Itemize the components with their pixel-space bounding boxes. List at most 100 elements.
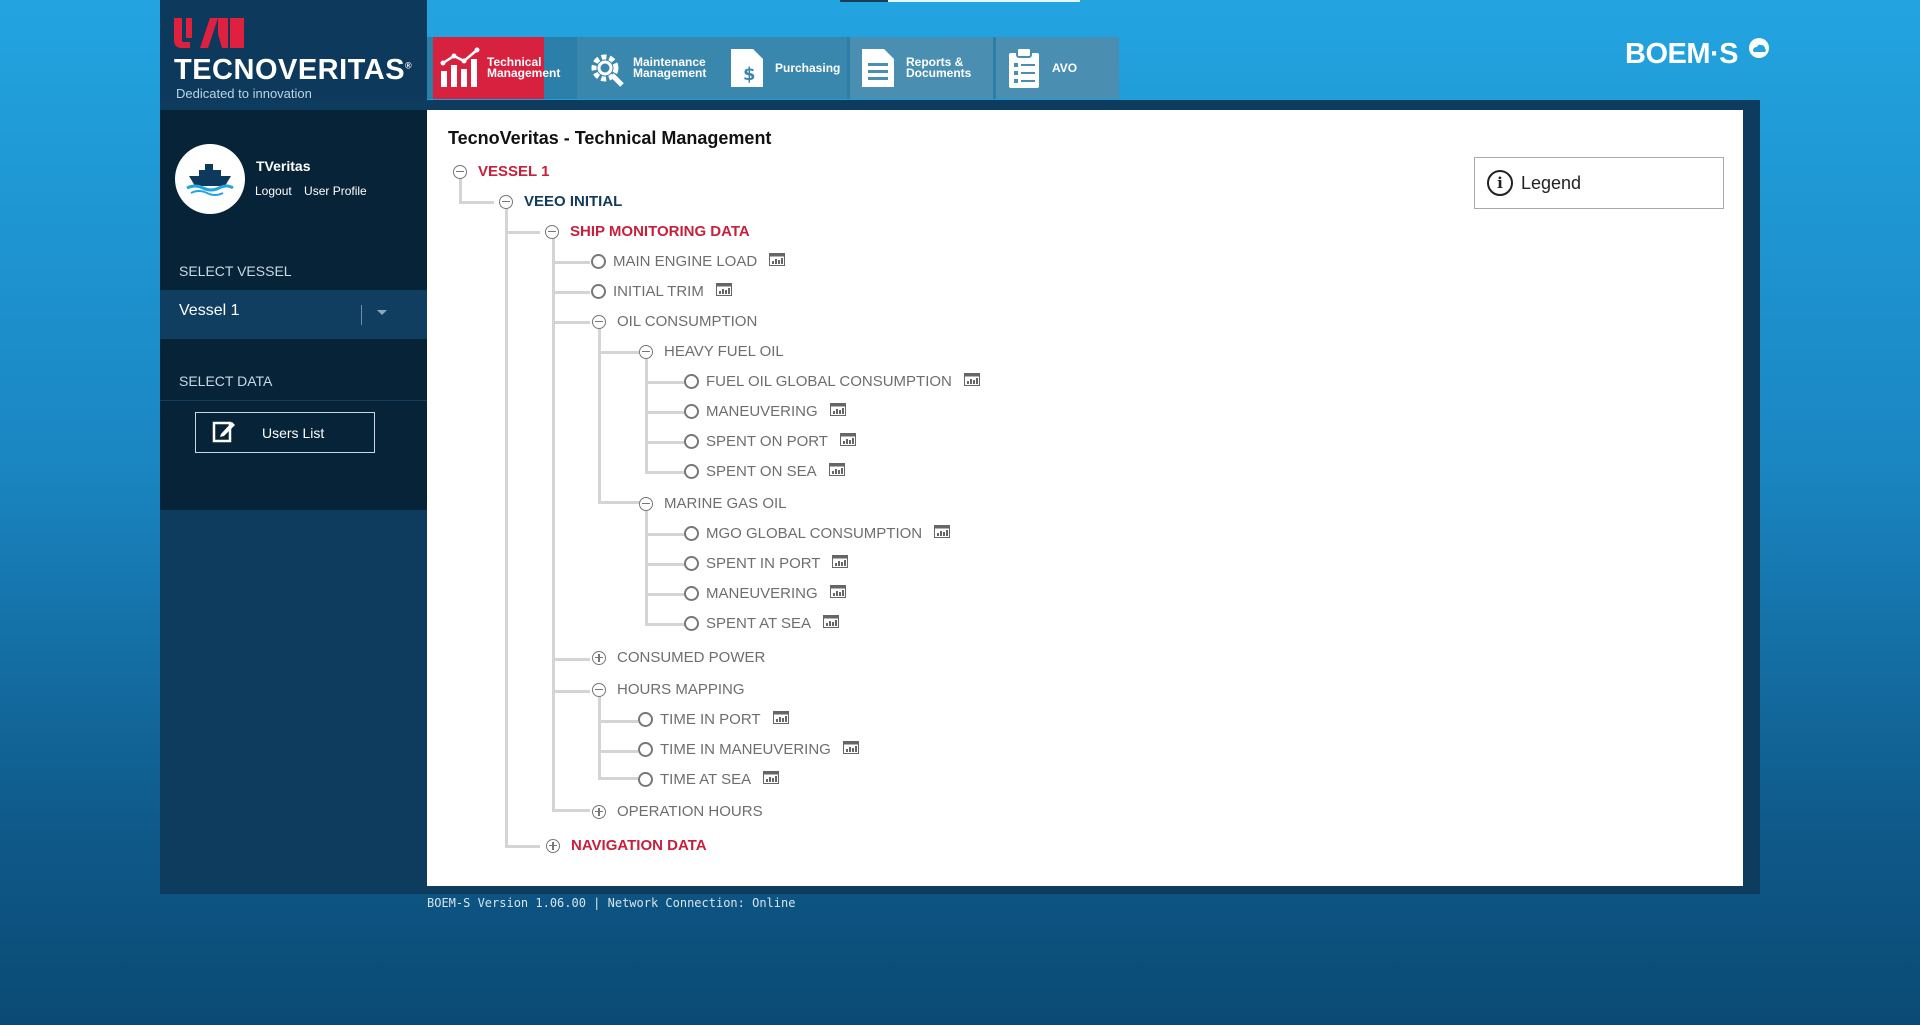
logout-link[interactable]: Logout — [255, 184, 292, 198]
boems-logo: BOEM·S — [1625, 38, 1770, 71]
tree-node-navigation-data[interactable]: NAVIGATION DATA — [546, 837, 707, 854]
tree-node-ship-monitoring-data[interactable]: SHIP MONITORING DATA — [545, 223, 750, 240]
chart-icon[interactable] — [832, 555, 849, 572]
collapse-icon[interactable] — [545, 224, 559, 239]
tree-node-time-in-maneuvering[interactable]: TIME IN MANEUVERING — [638, 741, 859, 758]
tree-node-mgo-spent-in-port[interactable]: SPENT IN PORT — [684, 555, 849, 572]
tab-avo[interactable]: AVO — [996, 37, 1119, 99]
logo-tagline: Dedicated to innovation — [176, 86, 312, 101]
sidebar-divider — [160, 400, 427, 401]
radio-icon[interactable] — [591, 284, 606, 299]
logo-block[interactable]: TECNOVERITAS® Dedicated to innovation — [160, 0, 427, 110]
chart-icon[interactable] — [829, 403, 846, 420]
tab-technical-management[interactable]: Technical Management — [433, 37, 560, 99]
collapse-icon[interactable] — [592, 682, 606, 697]
chart-icon[interactable] — [963, 373, 980, 390]
tree-node-marine-gas-oil[interactable]: MARINE GAS OIL — [639, 495, 787, 512]
avatar[interactable] — [175, 144, 245, 214]
tree-node-hfo-spent-on-port[interactable]: SPENT ON PORT — [684, 433, 856, 450]
tree-node-oil-consumption[interactable]: OIL CONSUMPTION — [592, 313, 757, 330]
tree-node-operation-hours[interactable]: OPERATION HOURS — [592, 803, 763, 820]
radio-icon[interactable] — [638, 742, 653, 757]
user-name: TVeritas — [256, 158, 311, 174]
radio-icon[interactable] — [684, 464, 699, 479]
tree-node-vessel[interactable]: VESSEL 1 — [453, 163, 549, 180]
chart-icon[interactable] — [828, 463, 845, 480]
chart-icon[interactable] — [772, 711, 789, 728]
chart-icon[interactable] — [934, 525, 951, 542]
radio-icon[interactable] — [684, 616, 699, 631]
radio-icon[interactable] — [638, 712, 653, 727]
tree-node-mgo-maneuvering[interactable]: MANEUVERING — [684, 585, 846, 602]
users-list-button[interactable]: Users List — [195, 412, 375, 453]
tree-node-mgo-global-consumption[interactable]: MGO GLOBAL CONSUMPTION — [684, 525, 951, 542]
vessel-select[interactable]: Vessel 1 — [160, 290, 427, 339]
tecnoveritas-logo-icon — [174, 18, 244, 53]
user-profile-link[interactable]: User Profile — [304, 184, 367, 198]
tab-maintenance-management[interactable]: Maintenance Management — [577, 37, 719, 99]
collapse-icon[interactable] — [639, 496, 653, 511]
logo-text: TECNOVERITAS® — [174, 54, 413, 86]
ship-icon — [186, 164, 234, 196]
radio-icon[interactable] — [684, 404, 699, 419]
tab-label-line1: Purchasing — [775, 60, 841, 75]
svg-text:$: $ — [743, 64, 756, 85]
select-data-label: SELECT DATA — [179, 373, 273, 389]
top-navigation: Technical Management Maintenance Managemen… — [427, 37, 1119, 99]
radio-icon[interactable] — [591, 254, 606, 269]
radio-icon[interactable] — [684, 556, 699, 571]
tree-node-hfo-spent-on-sea[interactable]: SPENT ON SEA — [684, 463, 845, 480]
radio-icon[interactable] — [684, 526, 699, 541]
chart-icon[interactable] — [769, 253, 786, 270]
expand-icon[interactable] — [592, 650, 606, 665]
top-strip — [840, 0, 1080, 2]
chart-icon[interactable] — [715, 283, 732, 300]
radio-icon[interactable] — [684, 586, 699, 601]
select-vessel-label: SELECT VESSEL — [179, 263, 292, 279]
tree-node-consumed-power[interactable]: CONSUMED POWER — [592, 649, 765, 666]
chart-icon[interactable] — [829, 585, 846, 602]
users-list-label: Users List — [262, 424, 325, 441]
tree-node-time-in-port[interactable]: TIME IN PORT — [638, 711, 789, 728]
chart-icon[interactable] — [763, 771, 780, 788]
chart-bars-icon — [439, 46, 481, 90]
info-icon: i — [1487, 170, 1513, 196]
radio-icon[interactable] — [684, 374, 699, 389]
tab-purchasing[interactable]: $ Purchasing — [719, 37, 847, 99]
chart-icon[interactable] — [842, 741, 859, 758]
expand-icon[interactable] — [546, 838, 560, 853]
tab-label-line2: Documents — [906, 66, 972, 80]
expand-icon[interactable] — [592, 804, 606, 819]
collapse-icon[interactable] — [592, 314, 606, 329]
status-footer: BOEM-S Version 1.06.00 | Network Connect… — [427, 896, 796, 910]
chart-icon[interactable] — [823, 615, 840, 632]
radio-icon[interactable] — [684, 434, 699, 449]
tab-reports-documents[interactable]: Reports & Documents — [850, 37, 993, 99]
tree-node-hfo-maneuvering[interactable]: MANEUVERING — [684, 403, 846, 420]
tree-node-hours-mapping[interactable]: HOURS MAPPING — [592, 681, 745, 698]
tree-node-fuel-oil-global-consumption[interactable]: FUEL OIL GLOBAL CONSUMPTION — [684, 373, 980, 390]
tree-node-mgo-spent-at-sea[interactable]: SPENT AT SEA — [684, 615, 840, 632]
user-links: Logout User Profile — [255, 184, 376, 198]
wrench-gear-icon — [583, 46, 627, 90]
tree-node-time-at-sea[interactable]: TIME AT SEA — [638, 771, 780, 788]
tree-node-veeo-initial[interactable]: VEEO INITIAL — [499, 193, 622, 210]
select-separator — [361, 305, 362, 325]
legend-button[interactable]: i Legend — [1474, 157, 1724, 209]
document-icon — [856, 46, 900, 90]
tab-label-line2: Management — [487, 66, 561, 80]
legend-label: Legend — [1521, 172, 1582, 193]
tab-label-line1: AVO — [1052, 60, 1078, 75]
chart-icon[interactable] — [839, 433, 856, 450]
tree-node-initial-trim[interactable]: INITIAL TRIM — [591, 283, 732, 300]
tree-node-heavy-fuel-oil[interactable]: HEAVY FUEL OIL — [639, 343, 784, 360]
radio-icon[interactable] — [638, 772, 653, 787]
dollar-document-icon: $ — [725, 46, 769, 90]
tab-label-line2: Management — [633, 66, 707, 80]
vessel-select-value: Vessel 1 — [179, 302, 240, 319]
collapse-icon[interactable] — [639, 344, 653, 359]
collapse-icon[interactable] — [453, 164, 467, 179]
chevron-down-icon — [377, 310, 387, 315]
collapse-icon[interactable] — [499, 194, 513, 209]
tree-node-main-engine-load[interactable]: MAIN ENGINE LOAD — [591, 253, 786, 270]
